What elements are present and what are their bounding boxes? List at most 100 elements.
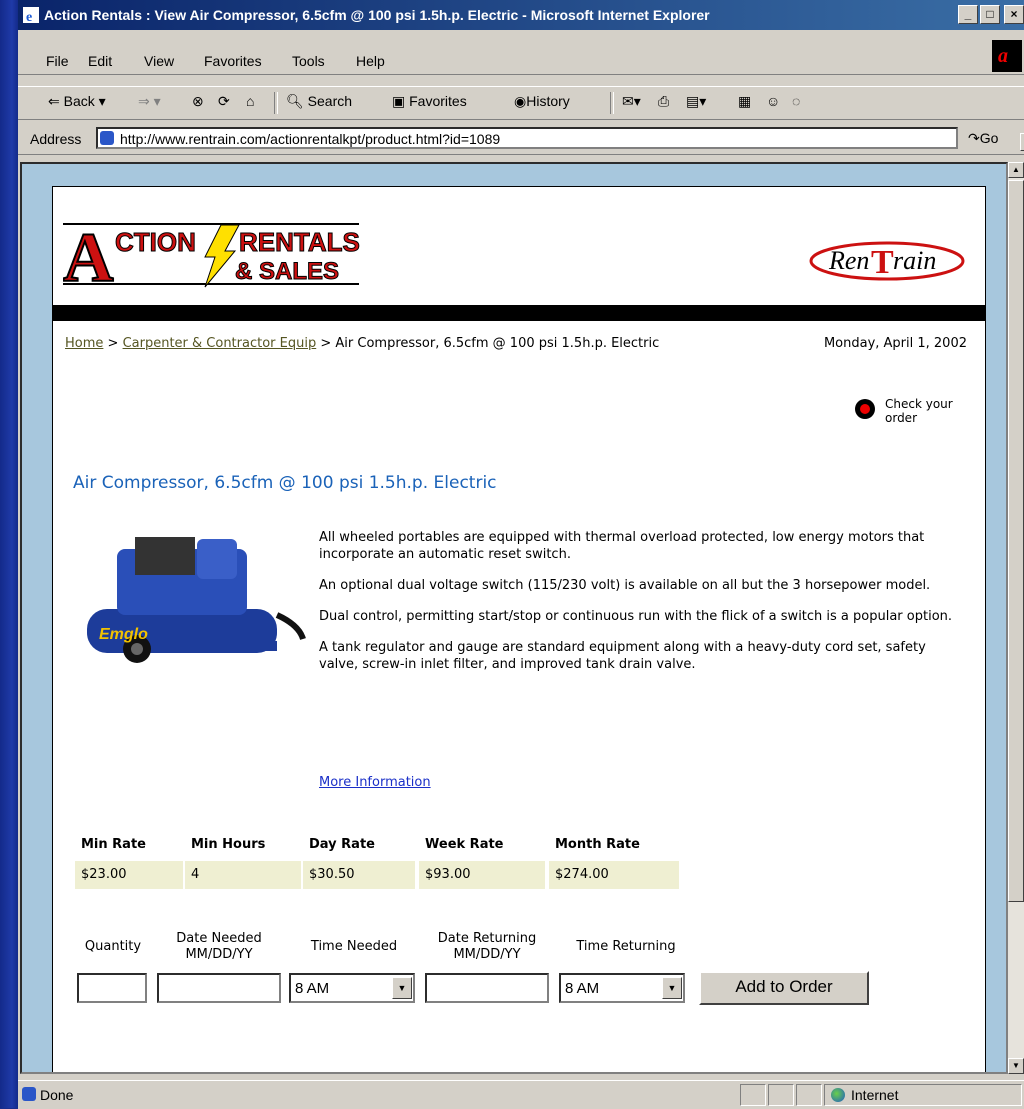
favorites-icon: ▣: [392, 93, 406, 109]
print-icon[interactable]: ⎙: [658, 93, 669, 110]
edit-icon[interactable]: ▤▾: [686, 93, 706, 110]
go-button[interactable]: ↷Go: [968, 130, 998, 147]
date-needed-input[interactable]: [157, 973, 281, 1003]
description-paragraph: An optional dual voltage switch (115/230…: [319, 578, 931, 593]
product-image: Emglo: [87, 537, 306, 663]
breadcrumb-separator: >: [316, 336, 336, 351]
description-paragraph: Dual control, permitting start/stop or c…: [319, 609, 953, 624]
address-dropdown-icon[interactable]: ▼: [1020, 133, 1024, 151]
scroll-thumb[interactable]: [1008, 180, 1024, 902]
standard-toolbar: ⇐ Back ▾ ⇒ ▾ ⊗ ⟳ ⌂ 🔍︎ Search ▣ Favorites…: [18, 86, 1024, 120]
product-description: All wheeled portables are equipped with …: [319, 529, 959, 687]
go-label: Go: [979, 130, 999, 146]
window-title: Action Rentals : View Air Compressor, 6.…: [44, 7, 710, 23]
home-icon[interactable]: ⌂: [246, 93, 254, 109]
scroll-down-icon[interactable]: ▼: [1008, 1058, 1024, 1074]
search-label: Search: [307, 93, 353, 109]
menu-bar: File Edit View Favorites Tools Help: [18, 46, 1024, 75]
rentrain-text1: Ren: [828, 246, 869, 275]
add-to-order-button[interactable]: Add to Order: [699, 971, 869, 1005]
browser-viewport: A CTION RENTALS & SALES Ren T rain Home …: [20, 162, 1008, 1074]
minimize-button[interactable]: _: [958, 5, 978, 24]
menu-tools[interactable]: Tools: [292, 53, 325, 69]
menu-view[interactable]: View: [144, 53, 174, 69]
toolbar-separator: [610, 92, 614, 114]
chevron-down-icon[interactable]: ▼: [662, 977, 682, 999]
breadcrumb-home-link[interactable]: Home: [65, 336, 103, 351]
description-paragraph: A tank regulator and gauge are standard …: [319, 640, 926, 672]
address-input[interactable]: http://www.rentrain.com/actionrentalkpt/…: [96, 127, 1024, 151]
date-needed-title: Date Needed: [176, 931, 262, 946]
logo-big-letter: A: [63, 220, 114, 289]
breadcrumb-category-link[interactable]: Carpenter & Contractor Equip: [123, 336, 317, 351]
throbber-logo-icon: a: [998, 45, 1008, 67]
address-url: http://www.rentrain.com/actionrentalkpt/…: [120, 131, 501, 147]
rentrain-t: T: [871, 244, 894, 281]
bullet-icon: [855, 399, 875, 419]
menu-help[interactable]: Help: [356, 53, 385, 69]
rate-value-day-rate: $30.50: [303, 861, 415, 889]
back-button[interactable]: ⇐ Back ▾: [48, 93, 106, 110]
breadcrumb: Home > Carpenter & Contractor Equip > Ai…: [65, 335, 765, 352]
breadcrumb-separator: >: [103, 336, 123, 351]
messenger-icon[interactable]: ☺: [766, 93, 780, 109]
address-bar: Address http://www.rentrain.com/actionre…: [18, 124, 1024, 155]
globe-icon: [831, 1088, 845, 1102]
menu-favorites[interactable]: Favorites: [204, 53, 262, 69]
rentrain-text2: rain: [893, 246, 936, 275]
vertical-scrollbar[interactable]: ▲ ▼: [1008, 162, 1024, 1074]
rate-value-min-hours: 4: [185, 861, 301, 889]
logo-line2: RENTALS: [239, 227, 360, 257]
scroll-up-icon[interactable]: ▲: [1008, 162, 1024, 178]
status-zone-pane: Internet: [824, 1084, 1022, 1106]
close-button[interactable]: ×: [1004, 5, 1024, 24]
menu-file[interactable]: File: [46, 53, 69, 69]
web-page: A CTION RENTALS & SALES Ren T rain Home …: [52, 186, 986, 1072]
rate-header-min-rate: Min Rate: [81, 837, 146, 852]
rate-value-min-rate: $23.00: [75, 861, 183, 889]
status-bar: Done Internet: [18, 1080, 1024, 1109]
history-button[interactable]: ◉History: [514, 93, 570, 110]
history-label: History: [526, 93, 570, 109]
current-date: Monday, April 1, 2002: [823, 336, 967, 351]
rate-header-min-hours: Min Hours: [191, 837, 266, 852]
action-rentals-logo: A CTION RENTALS & SALES: [63, 219, 360, 289]
forward-button[interactable]: ⇒ ▾: [138, 93, 161, 110]
search-button[interactable]: 🔍︎ Search: [286, 93, 352, 110]
rate-header-week-rate: Week Rate: [425, 837, 504, 852]
time-returning-label: Time Returning: [576, 939, 676, 954]
title-bar[interactable]: e Action Rentals : View Air Compressor, …: [18, 0, 1024, 30]
chat-icon[interactable]: ◌: [792, 93, 800, 109]
favorites-button[interactable]: ▣ Favorites: [392, 93, 467, 110]
mail-icon[interactable]: ✉▾: [622, 93, 641, 110]
more-information-link[interactable]: More Information: [319, 775, 431, 790]
page-icon: [100, 131, 114, 145]
status-text: Done: [40, 1087, 74, 1103]
header-divider: [53, 305, 985, 321]
product-title: Air Compressor, 6.5cfm @ 100 psi 1.5h.p.…: [73, 473, 497, 493]
discuss-icon[interactable]: ▦: [738, 93, 751, 110]
check-order-link[interactable]: Check your order: [855, 397, 975, 431]
stop-icon[interactable]: ⊗: [192, 93, 204, 110]
date-returning-input[interactable]: [425, 973, 549, 1003]
time-needed-value: 8 AM: [295, 980, 330, 997]
refresh-icon[interactable]: ⟳: [218, 93, 230, 110]
lightning-icon: [204, 224, 240, 288]
status-pane: [796, 1084, 822, 1106]
breadcrumb-current: Air Compressor, 6.5cfm @ 100 psi 1.5h.p.…: [335, 336, 660, 351]
rate-value-month-rate: $274.00: [549, 861, 679, 889]
time-returning-select[interactable]: 8 AM ▼: [559, 973, 685, 1003]
logo-line3: & SALES: [235, 258, 339, 285]
time-needed-label: Time Needed: [310, 939, 398, 954]
maximize-button[interactable]: □: [980, 5, 1000, 24]
time-needed-select[interactable]: 8 AM ▼: [289, 973, 415, 1003]
chevron-down-icon[interactable]: ▼: [392, 977, 412, 999]
date-returning-label: Date Returning MM/DD/YY: [421, 931, 553, 963]
rentrain-logo: Ren T rain: [809, 241, 965, 281]
time-returning-value: 8 AM: [565, 980, 600, 997]
menu-edit[interactable]: Edit: [88, 53, 112, 69]
date-returning-format: MM/DD/YY: [453, 947, 521, 962]
quantity-input[interactable]: [77, 973, 147, 1003]
ie-icon: e: [23, 7, 39, 24]
ie-throbber: a: [992, 40, 1022, 72]
